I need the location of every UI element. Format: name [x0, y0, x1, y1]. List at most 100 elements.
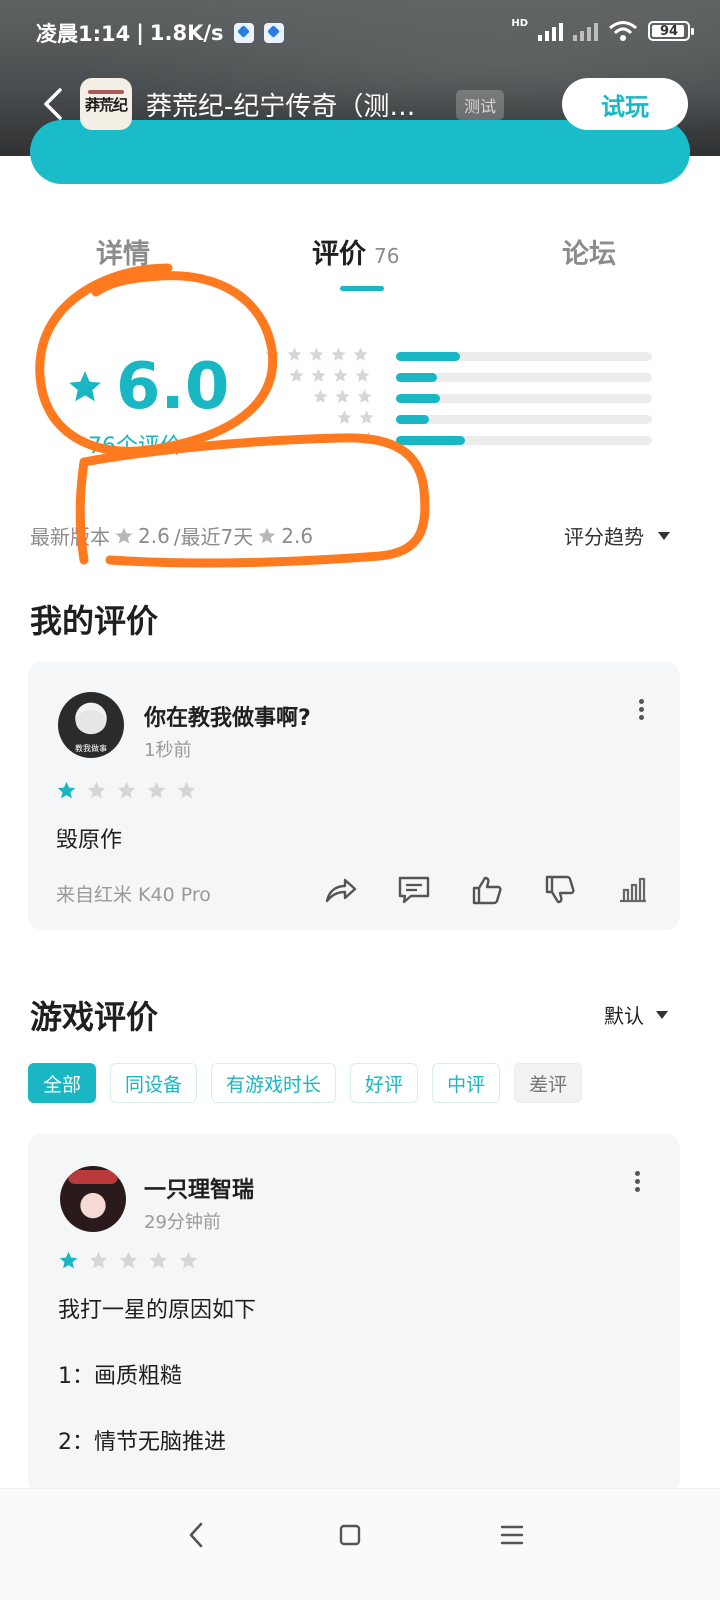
- star-icon: [333, 368, 348, 382]
- try-play-button[interactable]: 试玩: [562, 78, 688, 130]
- tab-indicator: [340, 286, 384, 291]
- filter-negative[interactable]: 差评: [514, 1063, 583, 1103]
- tab-reviews-count: 76: [374, 244, 400, 268]
- game-reviews-title: 游戏评价: [30, 998, 159, 1036]
- review-line: 我打一星的原因如下: [58, 1298, 257, 1323]
- my-review-title: 我的评价: [30, 602, 159, 640]
- battery-icon: 94: [648, 21, 694, 41]
- distribution-track: [396, 373, 652, 382]
- tab-reviews[interactable]: 评价 76: [312, 232, 399, 271]
- distribution-row: [265, 346, 658, 367]
- star-icon: [335, 389, 350, 403]
- more-icon[interactable]: [632, 1168, 642, 1198]
- nav-home-button[interactable]: [330, 1515, 370, 1555]
- star-icon: [147, 781, 166, 799]
- signal-icon-2: [573, 21, 598, 41]
- dislike-button[interactable]: [523, 872, 596, 908]
- filter-all[interactable]: 全部: [28, 1063, 97, 1103]
- recent-week-score: 2.6: [281, 523, 314, 548]
- comment-icon: [398, 876, 429, 904]
- filter-neutral[interactable]: 中评: [432, 1063, 501, 1103]
- avatar[interactable]: [60, 1166, 126, 1232]
- app-icon: 莽荒纪: [80, 78, 132, 130]
- score-value: 6.0: [116, 350, 230, 424]
- tab-forum[interactable]: 论坛: [562, 232, 616, 271]
- star-icon: [258, 527, 276, 543]
- star-icon: [87, 781, 106, 799]
- distribution-track: [396, 415, 652, 424]
- notification-icon-2: [263, 23, 284, 43]
- star-icon: [289, 368, 304, 382]
- nav-menu-button[interactable]: [492, 1515, 532, 1555]
- distribution-bar: [396, 352, 460, 361]
- menu-icon: [500, 1525, 524, 1545]
- review-card[interactable]: 一只理智瑞 29分钟前 我打一星的原因如下 1：画质粗糙 2：情节无脑推进: [28, 1134, 680, 1494]
- caret-down-icon: [658, 531, 670, 540]
- distribution-bar: [396, 394, 440, 403]
- distribution-row: [288, 430, 658, 451]
- test-badge: 测试: [456, 90, 505, 120]
- distribution-bar: [396, 373, 437, 382]
- star-icon: [179, 1251, 198, 1269]
- distribution-row: [288, 388, 658, 409]
- back-icon: [189, 1522, 203, 1548]
- star-icon: [89, 1251, 108, 1269]
- back-icon[interactable]: [40, 86, 68, 122]
- filter-positive[interactable]: 好评: [350, 1063, 419, 1103]
- caret-down-icon: [656, 1010, 668, 1019]
- star-icon: [69, 371, 101, 402]
- star-icon: [353, 347, 368, 361]
- distribution-row: [288, 409, 658, 430]
- star-icon: [313, 389, 328, 403]
- review-actions: [304, 872, 669, 908]
- sort-dropdown[interactable]: 默认: [604, 1000, 668, 1029]
- distribution-bar: [396, 436, 466, 445]
- star-icon: [331, 347, 346, 361]
- recent-version-label: 最新版本: [30, 525, 110, 549]
- avatar[interactable]: 教我做事: [58, 692, 124, 758]
- overall-score: 6.0: [66, 350, 229, 424]
- review-username[interactable]: 你在教我做事啊?: [144, 700, 311, 732]
- chart-icon: [619, 877, 646, 903]
- filter-same-device[interactable]: 同设备: [110, 1063, 198, 1103]
- distribution-bar: [396, 415, 430, 424]
- review-count[interactable]: 76个评价: [88, 428, 182, 460]
- star-icon: [115, 527, 133, 543]
- system-nav-bar: [0, 1488, 720, 1600]
- star-icon: [311, 368, 326, 382]
- star-icon: [287, 347, 302, 361]
- filter-has-playtime[interactable]: 有游戏时长: [211, 1063, 337, 1103]
- network-speed: 1.8K/s: [149, 21, 224, 45]
- more-icon[interactable]: [636, 696, 646, 726]
- app-topbar: 莽荒纪 莽荒纪-纪宁传奇（测… 测试 试玩: [0, 76, 720, 132]
- like-button[interactable]: [450, 872, 523, 908]
- thumbs-up-icon: [472, 876, 502, 905]
- review-line: 1：画质粗糙: [58, 1364, 182, 1389]
- review-filters: 全部 同设备 有游戏时长 好评 中评 差评: [28, 1063, 583, 1103]
- nav-back-button[interactable]: [176, 1515, 216, 1555]
- review-text: 毁原作: [56, 828, 123, 853]
- review-time: 29分钟前: [144, 1212, 221, 1233]
- recent-week-label: /最近7天: [173, 525, 254, 549]
- wifi-icon: [609, 21, 637, 41]
- review-stars: [56, 780, 197, 801]
- star-icon: [59, 1251, 78, 1269]
- star-icon: [355, 368, 370, 382]
- my-review-card[interactable]: 教我做事 你在教我做事啊? 1秒前 毁原作 来自红米 K40 Pro: [28, 662, 680, 930]
- star-icon: [309, 347, 324, 361]
- review-username[interactable]: 一只理智瑞: [144, 1172, 254, 1204]
- star-icon: [337, 410, 352, 424]
- share-button[interactable]: [304, 872, 377, 908]
- notification-icon: [233, 23, 254, 43]
- stats-button[interactable]: [596, 872, 669, 908]
- review-stars: [58, 1250, 199, 1271]
- star-icon: [359, 410, 374, 424]
- distribution-row: [288, 367, 658, 388]
- rating-distribution: [265, 346, 658, 451]
- tab-details[interactable]: 详情: [96, 232, 150, 271]
- avatar-caption: 教我做事: [75, 744, 107, 753]
- share-icon: [325, 878, 356, 903]
- status-bar: 凌晨1:14 | 1.8K/s HD 94: [36, 18, 694, 48]
- rating-trend-toggle[interactable]: 评分趋势: [564, 521, 670, 550]
- comment-button[interactable]: [377, 872, 450, 908]
